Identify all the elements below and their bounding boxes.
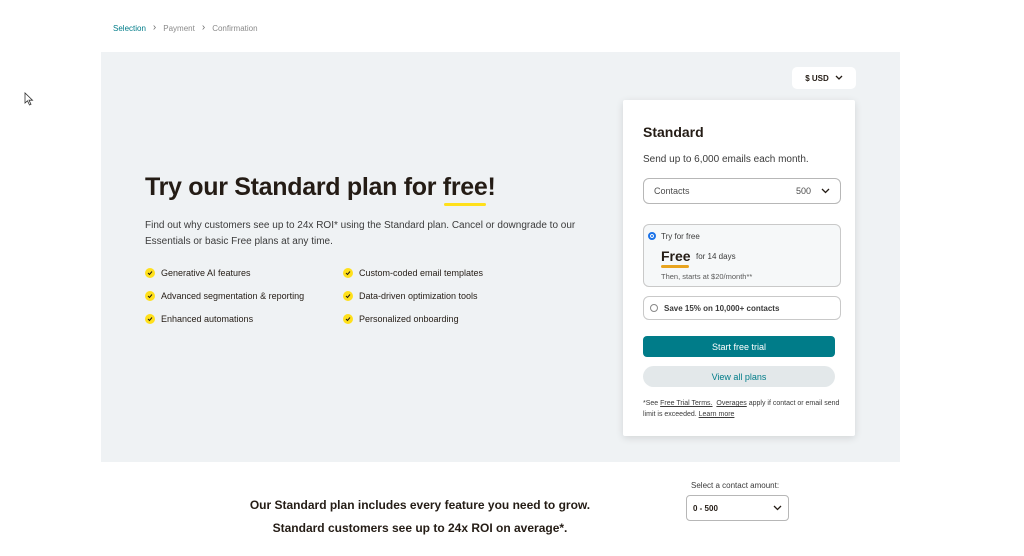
contacts-select[interactable]: Contacts 500 [643, 178, 841, 204]
check-icon [343, 313, 353, 324]
check-icon [343, 267, 353, 278]
trial-then-price: Then, starts at $20/month** [661, 272, 753, 281]
feature-label: Data-driven optimization tools [359, 290, 478, 301]
breadcrumb: Selection › Payment › Confirmation [113, 23, 258, 33]
footnote-prefix: *See [643, 400, 661, 407]
contact-amount-value: 0 - 500 [693, 503, 718, 513]
hero-headline: Try our Standard plan for free! [145, 173, 496, 202]
chevron-down-icon [835, 75, 843, 80]
learn-more-link[interactable]: Learn more [699, 411, 735, 418]
feature-label: Generative AI features [161, 267, 251, 278]
mouse-cursor-icon [24, 92, 34, 106]
breadcrumb-confirmation[interactable]: Confirmation [212, 24, 257, 33]
feature-label: Personalized onboarding [359, 313, 459, 324]
overages-link[interactable]: Overages [716, 400, 746, 407]
currency-select[interactable]: $ USD [792, 67, 856, 89]
feature-item: Personalized onboarding [343, 312, 483, 325]
plan-subtitle: Send up to 6,000 emails each month. [643, 154, 809, 165]
feature-list-right: Custom-coded email templates Data-driven… [343, 266, 483, 325]
contact-amount-select[interactable]: 0 - 500 [686, 495, 789, 521]
save-option[interactable]: Save 15% on 10,000+ contacts [643, 296, 841, 320]
plan-card: Standard Send up to 6,000 emails each mo… [623, 100, 855, 436]
features-heading-line2: Standard customers see up to 24x ROI on … [272, 521, 568, 535]
check-icon [343, 290, 353, 301]
feature-label: Enhanced automations [161, 313, 254, 324]
plan-title: Standard [643, 124, 704, 140]
feature-item: Generative AI features [145, 266, 304, 279]
trial-duration: for 14 days [696, 252, 736, 261]
chevron-right-icon: › [201, 22, 206, 33]
contact-amount-label: Select a contact amount: [691, 481, 780, 490]
trial-label: Try for free [661, 232, 700, 241]
feature-item: Data-driven optimization tools [343, 289, 483, 302]
feature-list-left: Generative AI features Advanced segmenta… [145, 266, 304, 325]
start-free-trial-button[interactable]: Start free trial [643, 336, 835, 357]
check-icon [145, 313, 155, 324]
plan-footnote: *See Free Trial Terms. Overages apply if… [643, 398, 841, 420]
free-trial-terms-link[interactable]: Free Trial Terms. [660, 400, 712, 407]
feature-item: Advanced segmentation & reporting [145, 289, 304, 302]
contacts-label: Contacts [654, 186, 690, 196]
feature-item: Custom-coded email templates [343, 266, 483, 279]
view-all-plans-button[interactable]: View all plans [643, 366, 835, 387]
save-label: Save 15% on 10,000+ contacts [664, 303, 780, 313]
contacts-value: 500 [795, 186, 811, 196]
chevron-right-icon: › [152, 22, 157, 33]
headline-suffix: ! [487, 173, 496, 201]
feature-label: Custom-coded email templates [359, 267, 484, 278]
feature-item: Enhanced automations [145, 312, 304, 325]
save-radio[interactable] [650, 304, 658, 312]
feature-label: Advanced segmentation & reporting [161, 290, 305, 301]
chevron-down-icon [773, 505, 782, 511]
breadcrumb-selection[interactable]: Selection [113, 24, 146, 33]
currency-label: $ USD [805, 73, 829, 83]
hero-subtext: Find out why customers see up to 24x ROI… [145, 220, 576, 247]
trial-price: Free [661, 248, 691, 268]
trial-option[interactable]: Try for free Free for 14 days Then, star… [643, 224, 841, 287]
breadcrumb-payment[interactable]: Payment [163, 24, 195, 33]
headline-highlight: free [442, 173, 488, 201]
check-icon [145, 290, 155, 301]
chevron-down-icon [821, 188, 830, 194]
check-icon [145, 267, 155, 278]
trial-radio[interactable] [648, 232, 656, 240]
features-heading-line1: Our Standard plan includes every feature… [249, 498, 591, 512]
headline-prefix: Try our Standard plan for [145, 173, 443, 201]
